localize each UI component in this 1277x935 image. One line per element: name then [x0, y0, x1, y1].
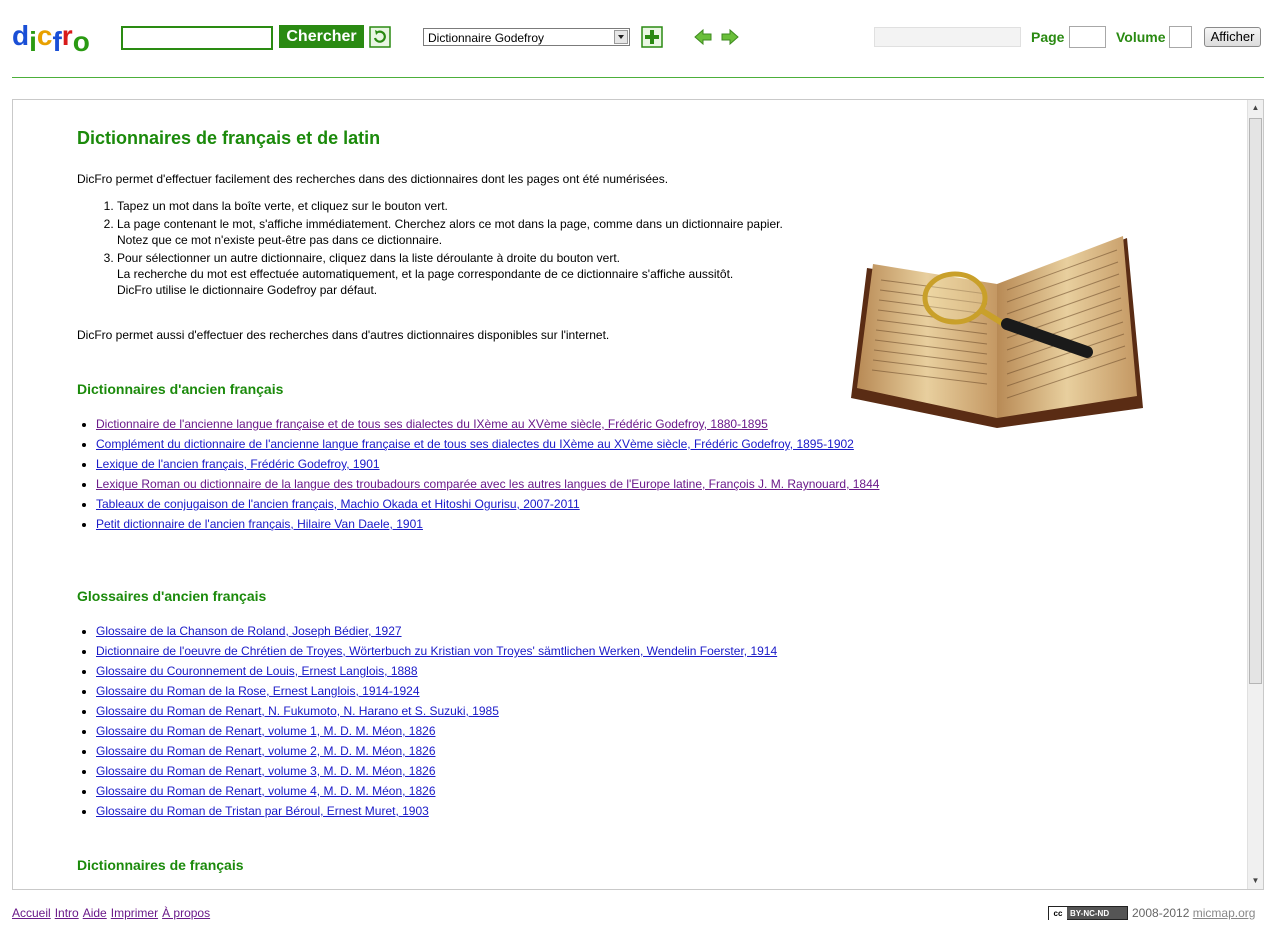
- copyright-years: 2008-2012: [1132, 906, 1190, 920]
- cc-logo-icon: cc: [1049, 907, 1067, 921]
- footer-nav: Accueil Intro Aide Imprimer À propos: [12, 906, 214, 920]
- site-link[interactable]: micmap.org: [1193, 906, 1256, 920]
- page-title: Dictionnaires de français et de latin: [77, 128, 381, 148]
- instruction-line: La page contenant le mot, s'affiche immé…: [117, 217, 783, 231]
- list-item: Glossaire du Couronnement de Louis, Erne…: [96, 663, 976, 679]
- list-item: Glossaire du Roman de Tristan par Béroul…: [96, 803, 976, 819]
- page-input[interactable]: [1069, 26, 1106, 48]
- vertical-scrollbar[interactable]: ▲ ▼: [1247, 100, 1263, 889]
- logo-letter: d: [12, 20, 30, 51]
- search-input[interactable]: [121, 26, 273, 50]
- list-item: Glossaire du Roman de Renart, volume 3, …: [96, 763, 976, 779]
- list-item: Dictionnaire de l'oeuvre de Chrétien de …: [96, 643, 976, 659]
- book-magnifier-image: [847, 228, 1147, 434]
- instruction-step: Pour sélectionner un autre dictionnaire,…: [117, 250, 847, 298]
- back-arrow-icon[interactable]: [694, 28, 712, 46]
- intro-text: DicFro permet d'effectuer facilement des…: [77, 172, 669, 186]
- section-heading-glossaires: Glossaires d'ancien français: [77, 588, 267, 604]
- dictionary-link[interactable]: Glossaire du Roman de la Rose, Ernest La…: [96, 684, 420, 698]
- page-info-box: [874, 27, 1021, 47]
- section-heading-ancien-francais: Dictionnaires d'ancien français: [77, 381, 284, 397]
- list-item: Lexique Roman ou dictionnaire de la lang…: [96, 476, 976, 492]
- dictionary-link[interactable]: Petit dictionnaire de l'ancien français,…: [96, 517, 423, 531]
- instruction-line: Pour sélectionner un autre dictionnaire,…: [117, 251, 620, 265]
- volume-input[interactable]: [1169, 26, 1192, 48]
- logo-letter: c: [36, 20, 53, 51]
- refresh-icon[interactable]: [369, 26, 391, 48]
- list-item: Dictionnaire de l'ancienne langue frança…: [96, 416, 976, 432]
- dictionary-select-value: Dictionnaire Godefroy: [428, 31, 545, 45]
- dicfro-logo[interactable]: dicfro: [12, 18, 90, 57]
- list-item: Glossaire du Roman de Renart, volume 1, …: [96, 723, 976, 739]
- footer-link[interactable]: Intro: [55, 906, 79, 920]
- outro-text: DicFro permet aussi d'effectuer des rech…: [77, 328, 610, 342]
- page-label: Page: [1031, 29, 1065, 45]
- add-icon[interactable]: [641, 26, 663, 48]
- dictionary-link[interactable]: Glossaire du Roman de Renart, volume 3, …: [96, 764, 436, 778]
- list-item: Glossaire du Roman de Renart, volume 2, …: [96, 743, 976, 759]
- scroll-down-icon[interactable]: ▼: [1248, 873, 1263, 889]
- instruction-line: La recherche du mot est effectuée automa…: [117, 267, 734, 281]
- instruction-line: Tapez un mot dans la boîte verte, et cli…: [117, 199, 448, 213]
- list-item: Lexique de l'ancien français, Frédéric G…: [96, 456, 976, 472]
- scroll-thumb[interactable]: [1249, 118, 1262, 684]
- instruction-line: Notez que ce mot n'existe peut-être pas …: [117, 233, 443, 247]
- logo-letter: o: [72, 26, 90, 57]
- logo-letter: f: [52, 26, 62, 57]
- dictionary-link[interactable]: Glossaire du Roman de Renart, volume 4, …: [96, 784, 436, 798]
- instruction-step: Tapez un mot dans la boîte verte, et cli…: [117, 198, 847, 214]
- links-list-glossaires: Glossaire de la Chanson de Roland, Josep…: [77, 623, 976, 823]
- list-item: Glossaire du Roman de Renart, N. Fukumot…: [96, 703, 976, 719]
- dictionary-link[interactable]: Lexique Roman ou dictionnaire de la lang…: [96, 477, 879, 491]
- volume-label: Volume: [1116, 29, 1166, 45]
- links-list-ancien-francais: Dictionnaire de l'ancienne langue frança…: [77, 416, 976, 536]
- header-divider: [12, 77, 1264, 78]
- list-item: Glossaire de la Chanson de Roland, Josep…: [96, 623, 976, 639]
- scroll-up-icon[interactable]: ▲: [1248, 100, 1263, 116]
- dictionary-link[interactable]: Lexique de l'ancien français, Frédéric G…: [96, 457, 380, 471]
- footer-link[interactable]: Imprimer: [111, 906, 158, 920]
- footer-link[interactable]: Aide: [83, 906, 107, 920]
- dictionary-link[interactable]: Glossaire du Roman de Renart, volume 1, …: [96, 724, 436, 738]
- dictionary-link[interactable]: Complément du dictionnaire de l'ancienne…: [96, 437, 854, 451]
- chevron-down-icon[interactable]: [614, 30, 628, 44]
- dictionary-link[interactable]: Glossaire du Roman de Renart, N. Fukumot…: [96, 704, 499, 718]
- dictionary-link[interactable]: Dictionnaire de l'oeuvre de Chrétien de …: [96, 644, 777, 658]
- content-frame: Dictionnaires de français et de latin Di…: [12, 99, 1264, 890]
- dictionary-link[interactable]: Glossaire du Roman de Renart, volume 2, …: [96, 744, 436, 758]
- list-item: Tableaux de conjugaison de l'ancien fran…: [96, 496, 976, 512]
- cc-license-badge[interactable]: cc BY-NC-ND: [1048, 906, 1128, 921]
- section-heading-dictionnaires-francais: Dictionnaires de français: [77, 857, 244, 873]
- dictionary-link[interactable]: Glossaire du Couronnement de Louis, Erne…: [96, 664, 418, 678]
- dictionary-link[interactable]: Tableaux de conjugaison de l'ancien fran…: [96, 497, 580, 511]
- dictionary-link[interactable]: Dictionnaire de l'ancienne langue frança…: [96, 417, 768, 431]
- forward-arrow-icon[interactable]: [721, 28, 739, 46]
- search-button[interactable]: Chercher: [279, 25, 364, 48]
- list-item: Complément du dictionnaire de l'ancienne…: [96, 436, 976, 452]
- list-item: Glossaire du Roman de la Rose, Ernest La…: [96, 683, 976, 699]
- footer-copyright: 2008-2012 micmap.org: [1132, 906, 1255, 920]
- dictionary-link[interactable]: Glossaire du Roman de Tristan par Béroul…: [96, 804, 429, 818]
- list-item: Petit dictionnaire de l'ancien français,…: [96, 516, 976, 532]
- instruction-step: La page contenant le mot, s'affiche immé…: [117, 216, 847, 248]
- footer-link[interactable]: Accueil: [12, 906, 51, 920]
- dictionary-select[interactable]: Dictionnaire Godefroy: [423, 28, 630, 46]
- show-button[interactable]: Afficher: [1204, 27, 1261, 47]
- list-item: Glossaire du Roman de Renart, volume 4, …: [96, 783, 976, 799]
- logo-letter: r: [61, 20, 73, 51]
- footer-link[interactable]: À propos: [162, 906, 210, 920]
- dictionary-link[interactable]: Glossaire de la Chanson de Roland, Josep…: [96, 624, 402, 638]
- instruction-steps: Tapez un mot dans la boîte verte, et cli…: [77, 198, 847, 300]
- instruction-line: DicFro utilise le dictionnaire Godefroy …: [117, 283, 378, 297]
- logo-letter: i: [29, 26, 37, 57]
